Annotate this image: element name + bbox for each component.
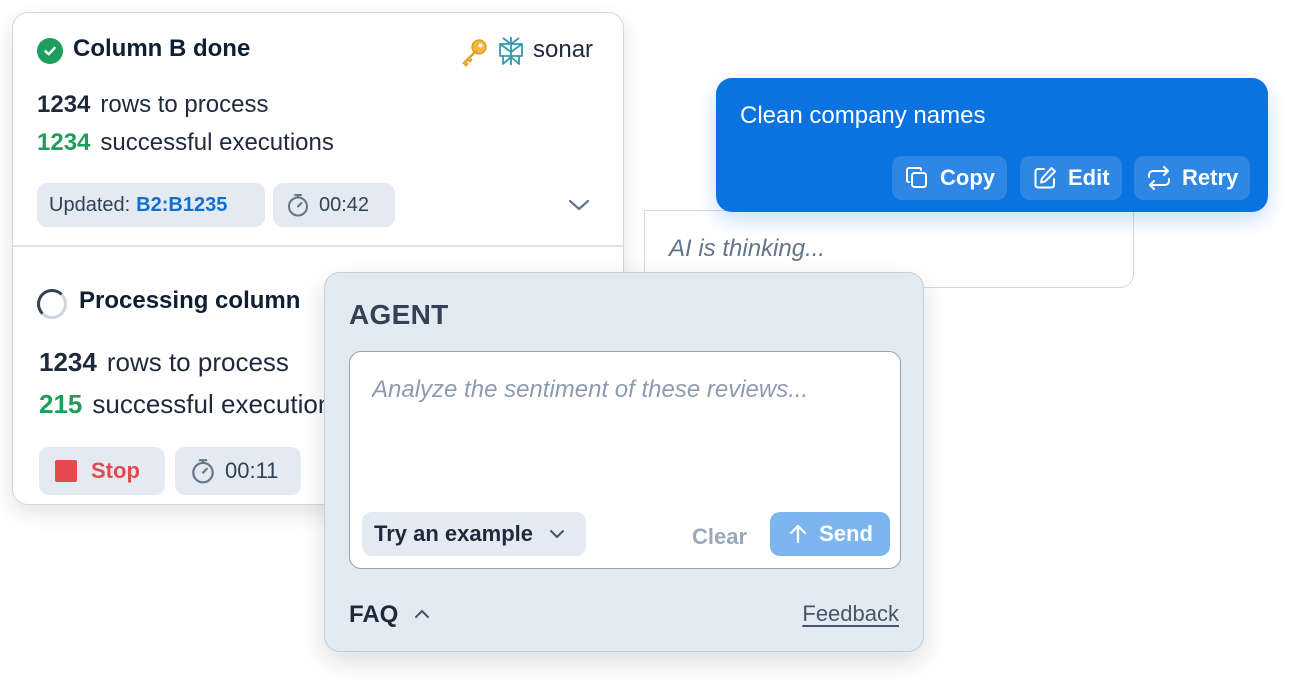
retry-label: Retry xyxy=(1182,165,1239,190)
updated-label: Updated: xyxy=(49,193,131,216)
edit-label: Edit xyxy=(1068,165,1110,190)
stop-label: Stop xyxy=(91,458,140,483)
rows-count: 1234 xyxy=(39,347,97,377)
updated-range-link[interactable]: B2:B1235 xyxy=(136,194,227,217)
perplexity-logo-icon xyxy=(499,37,523,65)
processing-title: Processing column xyxy=(79,287,301,314)
column-done-title: Column B done xyxy=(73,35,251,62)
agent-title: AGENT xyxy=(349,299,449,330)
check-circle-icon xyxy=(37,38,63,64)
elapsed-time-chip: 00:11 xyxy=(175,447,301,495)
chevron-down-icon xyxy=(549,530,564,538)
copy-label: Copy xyxy=(940,165,995,190)
arrow-up-icon xyxy=(789,524,807,544)
model-name: sonar xyxy=(533,36,594,63)
rows-count: 1234 xyxy=(37,91,91,118)
key-icon xyxy=(462,39,487,67)
rows-label: rows to process xyxy=(100,91,269,118)
message-text: Clean company names xyxy=(740,102,986,129)
success-label: successful executions xyxy=(100,129,334,156)
try-example-button[interactable]: Try an example xyxy=(362,512,586,556)
try-example-label: Try an example xyxy=(374,521,533,546)
success-label: successful executions xyxy=(92,389,346,419)
timer-icon xyxy=(192,459,214,484)
prompt-input[interactable] xyxy=(372,376,882,404)
spinner-icon xyxy=(37,289,67,319)
retry-button[interactable]: Retry xyxy=(1134,156,1251,200)
rows-label: rows to process xyxy=(106,347,289,377)
successful-executions: 215 successful executions xyxy=(39,389,345,420)
thinking-text: AI is thinking... xyxy=(669,235,826,262)
faq-toggle[interactable]: FAQ xyxy=(349,601,398,629)
edit-button[interactable]: Edit xyxy=(1020,156,1122,200)
send-button[interactable]: Send xyxy=(770,512,890,556)
prompt-box: Try an example Clear Send xyxy=(349,351,901,569)
feedback-link[interactable]: Feedback xyxy=(802,601,899,627)
successful-executions: 1234 successful executions xyxy=(37,129,334,157)
edit-icon xyxy=(1034,167,1056,189)
updated-range-chip[interactable]: Updated: B2:B1235 xyxy=(37,183,265,227)
success-count: 1234 xyxy=(37,129,91,156)
agent-panel: AGENT Try an example Clear Send FAQ Feed… xyxy=(324,272,924,652)
stop-icon xyxy=(55,460,77,482)
elapsed-time-chip: 00:42 xyxy=(273,183,395,227)
success-count: 215 xyxy=(39,389,83,419)
user-message-bubble: Clean company names Copy Edit Retry xyxy=(716,78,1268,212)
chevron-up-icon[interactable] xyxy=(411,603,433,625)
chevron-down-icon[interactable] xyxy=(565,191,593,219)
elapsed-time: 00:42 xyxy=(319,193,370,216)
rows-to-process: 1234 rows to process xyxy=(37,91,268,119)
send-label: Send xyxy=(819,521,873,546)
elapsed-time: 00:11 xyxy=(225,458,279,483)
rows-to-process: 1234 rows to process xyxy=(39,347,289,378)
column-done-section: Column B done sonar 1234 rows to process … xyxy=(13,13,623,245)
clear-button[interactable]: Clear xyxy=(692,524,747,550)
timer-icon xyxy=(288,194,308,217)
stop-button[interactable]: Stop xyxy=(39,447,165,495)
copy-icon xyxy=(906,167,927,188)
copy-button[interactable]: Copy xyxy=(892,156,1007,200)
retry-icon xyxy=(1148,166,1170,190)
